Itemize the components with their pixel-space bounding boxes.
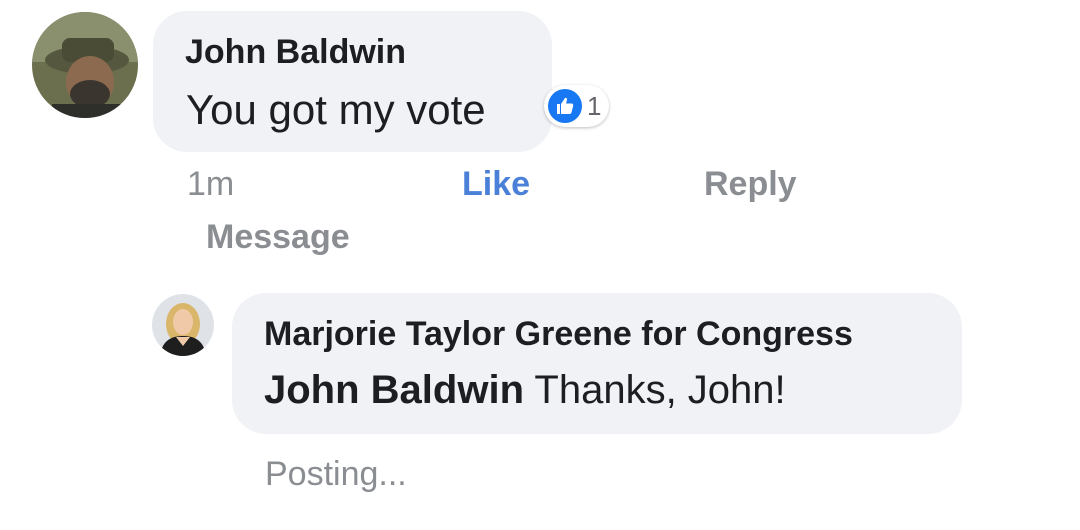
message-button[interactable]: Message [206, 218, 350, 257]
replier-avatar[interactable] [152, 294, 214, 356]
reaction-badge[interactable]: 1 [544, 85, 610, 127]
commenter-avatar[interactable] [32, 12, 138, 118]
reaction-count: 1 [587, 90, 602, 121]
comment-timestamp: 1m [187, 165, 235, 203]
commenter-avatar-image [32, 12, 138, 118]
reply-mention-link[interactable]: John Baldwin [264, 368, 524, 412]
posting-status: Posting... [265, 455, 407, 493]
thumbs-up-icon [548, 89, 582, 123]
reply-author-name[interactable]: Marjorie Taylor Greene for Congress [264, 315, 853, 354]
reply-text: John Baldwin Thanks, John! [264, 368, 786, 413]
like-button[interactable]: Like [462, 165, 530, 204]
reply-message: Thanks, John! [524, 368, 786, 412]
replier-avatar-image [152, 294, 214, 356]
comment-thread: John Baldwin You got my vote 1 1m Like R… [0, 0, 1080, 530]
comment-text: You got my vote [186, 86, 486, 133]
reply-button[interactable]: Reply [704, 165, 797, 204]
comment-author-name[interactable]: John Baldwin [185, 33, 406, 72]
